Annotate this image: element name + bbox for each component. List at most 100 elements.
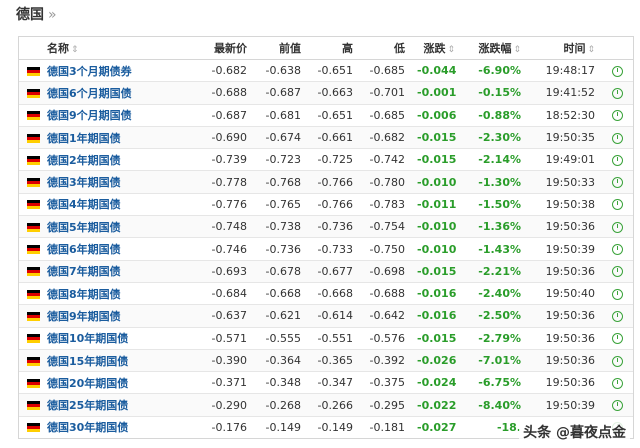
table-header-row: 名称 ⇕ 最新价 前值 高 低 涨跌 ⇕ 涨跌幅 ⇕ 时间 ⇕ [19, 37, 633, 60]
sort-icon[interactable]: ⇕ [71, 45, 79, 55]
action-cell [601, 281, 633, 305]
table-row[interactable]: 德国3个月期债券 -0.682 -0.638 -0.651 -0.685 -0.044 -6… [19, 58, 633, 82]
time-cell: 19:49:01 [527, 148, 601, 171]
germany-flag-icon [27, 66, 40, 76]
bond-name-link[interactable]: 德国25年期国债 [47, 399, 128, 412]
bond-name-link[interactable]: 德国3个月期债券 [47, 65, 132, 78]
prev-cell: -0.638 [253, 58, 307, 82]
table-row[interactable]: 德国10年期国债 -0.571 -0.555 -0.551 -0.576 -0.015 -2… [19, 326, 633, 350]
header-time[interactable]: 时间 ⇕ [527, 37, 601, 60]
prev-cell: -0.687 [253, 81, 307, 105]
germany-flag-icon [27, 111, 40, 121]
table-row[interactable]: 德国8年期国债 -0.684 -0.668 -0.668 -0.688 -0.016 -2.… [19, 281, 633, 305]
high-cell: -0.266 [307, 393, 359, 417]
header-low[interactable]: 低 [359, 37, 411, 60]
bond-name-link[interactable]: 德国1年期国债 [47, 132, 121, 145]
table-row[interactable]: 德国6年期国债 -0.746 -0.736 -0.733 -0.750 -0.010 -1.… [19, 237, 633, 261]
bond-name-link[interactable]: 德国15年期国债 [47, 355, 128, 368]
clock-icon[interactable] [611, 110, 623, 122]
germany-flag-icon [27, 178, 40, 188]
clock-icon[interactable] [611, 154, 623, 166]
table-row[interactable]: 德国6个月期国债 -0.688 -0.687 -0.663 -0.701 -0.001 -0… [19, 81, 633, 105]
change-pct-cell: -0.88% [461, 103, 527, 127]
clock-icon[interactable] [611, 199, 623, 211]
low-cell: -0.295 [359, 393, 411, 417]
prev-cell: -0.681 [253, 103, 307, 127]
sort-icon[interactable]: ⇕ [587, 45, 595, 55]
change-pct-cell: -2.40% [461, 281, 527, 305]
bond-name-link[interactable]: 德国3年期国债 [47, 176, 121, 189]
last-cell: -0.693 [195, 259, 253, 283]
clock-icon[interactable] [611, 355, 623, 367]
header-prev[interactable]: 前值 [253, 37, 307, 60]
bond-name-cell: 德国20年期国债 [45, 371, 195, 394]
sort-icon[interactable]: ⇕ [513, 45, 521, 55]
bond-name-link[interactable]: 德国5年期国债 [47, 221, 121, 234]
header-name[interactable]: 名称 ⇕ [45, 37, 195, 60]
bond-name-link[interactable]: 德国9个月期国债 [47, 109, 132, 122]
change-cell: -0.001 [411, 81, 461, 105]
bond-name-link[interactable]: 德国6年期国债 [47, 243, 121, 256]
clock-icon[interactable] [611, 65, 623, 77]
table-row[interactable]: 德国1年期国债 -0.690 -0.674 -0.661 -0.682 -0.015 -2.… [19, 125, 633, 149]
change-pct-cell: -6.90% [461, 58, 527, 82]
high-cell: -0.766 [307, 192, 359, 216]
clock-icon[interactable] [611, 288, 623, 300]
table-row[interactable]: 德国2年期国债 -0.739 -0.723 -0.725 -0.742 -0.015 -2.… [19, 148, 633, 171]
bond-name-link[interactable]: 德国9年期国债 [47, 310, 121, 323]
germany-flag-icon [27, 289, 40, 299]
bond-name-link[interactable]: 德国4年期国债 [47, 198, 121, 211]
clock-icon[interactable] [611, 310, 623, 322]
action-cell [601, 259, 633, 283]
high-cell: -0.347 [307, 371, 359, 394]
clock-icon[interactable] [611, 177, 623, 189]
clock-icon[interactable] [611, 221, 623, 233]
high-cell: -0.661 [307, 125, 359, 149]
breadcrumb-title[interactable]: 德国 [16, 7, 44, 23]
bond-name-link[interactable]: 德国10年期国债 [47, 332, 128, 345]
table-row[interactable]: 德国7年期国债 -0.693 -0.678 -0.677 -0.698 -0.015 -2.… [19, 259, 633, 283]
prev-cell: -0.736 [253, 237, 307, 261]
germany-flag-icon [27, 245, 40, 255]
header-high[interactable]: 高 [307, 37, 359, 60]
header-change-pct[interactable]: 涨跌幅 ⇕ [461, 37, 527, 60]
low-cell: -0.698 [359, 259, 411, 283]
clock-icon[interactable] [611, 87, 623, 99]
low-cell: -0.780 [359, 170, 411, 194]
action-cell [601, 148, 633, 171]
change-cell: -0.010 [411, 215, 461, 238]
table-row[interactable]: 德国25年期国债 -0.290 -0.268 -0.266 -0.295 -0.022 -8… [19, 393, 633, 417]
germany-flag-icon [27, 200, 40, 210]
bond-name-link[interactable]: 德国6个月期国债 [47, 87, 132, 100]
table-row[interactable]: 德国3年期国债 -0.778 -0.768 -0.766 -0.780 -0.010 -1.… [19, 170, 633, 194]
header-change[interactable]: 涨跌 ⇕ [411, 37, 461, 60]
bond-name-link[interactable]: 德国2年期国债 [47, 154, 121, 167]
table-row[interactable]: 德国20年期国债 -0.371 -0.348 -0.347 -0.375 -0.024 -6… [19, 371, 633, 394]
last-cell: -0.746 [195, 237, 253, 261]
table-row[interactable]: 德国9个月期国债 -0.687 -0.681 -0.651 -0.685 -0.006 -0… [19, 103, 633, 127]
sort-icon[interactable]: ⇕ [447, 45, 455, 55]
bond-name-link[interactable]: 德国20年期国债 [47, 377, 128, 390]
last-cell: -0.778 [195, 170, 253, 194]
table-row[interactable]: 德国9年期国债 -0.637 -0.621 -0.614 -0.642 -0.016 -2.… [19, 304, 633, 328]
table-row[interactable]: 德国15年期国债 -0.390 -0.364 -0.365 -0.392 -0.026 -7… [19, 348, 633, 372]
high-cell: -0.365 [307, 348, 359, 372]
action-cell [601, 304, 633, 328]
change-cell: -0.015 [411, 148, 461, 171]
change-cell: -0.024 [411, 371, 461, 394]
germany-flag-icon [27, 334, 40, 344]
header-last[interactable]: 最新价 [195, 37, 253, 60]
bond-name-link[interactable]: 德国30年期国债 [47, 421, 128, 434]
clock-icon[interactable] [611, 377, 623, 389]
clock-icon[interactable] [611, 132, 623, 144]
germany-flag-icon [27, 401, 40, 411]
bond-name-link[interactable]: 德国8年期国债 [47, 288, 121, 301]
clock-icon[interactable] [611, 266, 623, 278]
clock-icon[interactable] [611, 400, 623, 412]
table-row[interactable]: 德国5年期国债 -0.748 -0.738 -0.736 -0.754 -0.010 -1.… [19, 215, 633, 238]
clock-icon[interactable] [611, 244, 623, 256]
clock-icon[interactable] [611, 333, 623, 345]
table-row[interactable]: 德国4年期国债 -0.776 -0.765 -0.766 -0.783 -0.011 -1.… [19, 192, 633, 216]
high-cell: -0.668 [307, 281, 359, 305]
bond-name-link[interactable]: 德国7年期国债 [47, 265, 121, 278]
